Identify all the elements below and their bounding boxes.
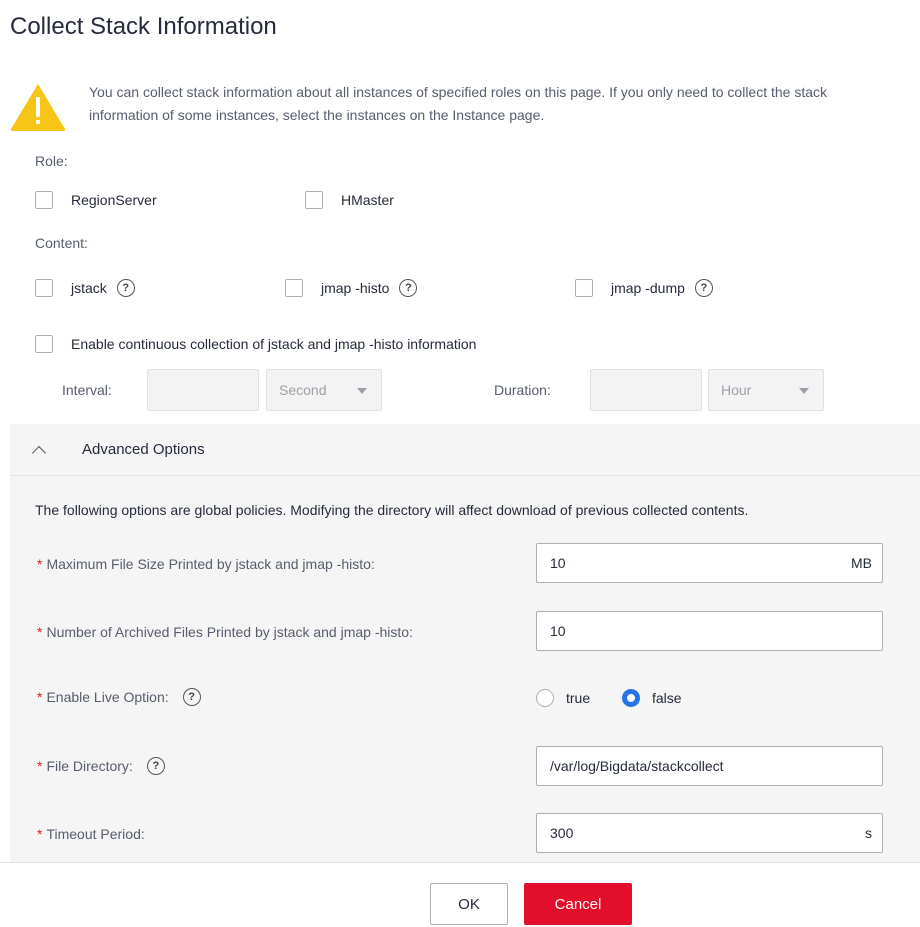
checkbox-label: HMaster [341,192,394,208]
role-label: Role: [35,153,68,169]
help-icon[interactable]: ? [694,279,713,297]
interval-label: Interval: [62,382,112,398]
global-policy-note: The following options are global policie… [35,502,749,518]
select-value: Second [279,382,327,398]
radio-circle-selected[interactable] [622,689,640,707]
interval-unit-select[interactable]: Second [266,369,382,411]
checkbox-label: jmap -histo [321,280,390,296]
checkbox-jstack[interactable]: jstack ? [35,279,135,297]
field-label: Timeout Period: [46,826,145,842]
input-value: 10 [550,623,566,639]
timeout-period-input[interactable]: 300 s [536,813,883,853]
checkbox-box[interactable] [35,335,53,353]
warning-icon [10,84,66,131]
required-mark: * [37,556,43,572]
checkbox-hmaster[interactable]: HMaster [305,191,394,209]
radio-label: false [652,690,682,706]
caret-down-icon [357,388,367,394]
field-label: Enable Live Option: [46,689,169,705]
duration-input[interactable] [590,369,702,411]
timeout-period-label: * Timeout Period: [37,826,145,842]
chevron-up-icon [31,445,47,460]
checkbox-jmap-histo[interactable]: jmap -histo ? [285,279,418,297]
required-mark: * [37,624,43,640]
checkbox-box[interactable] [305,191,323,209]
ok-button[interactable]: OK [430,883,508,925]
checkbox-jmap-dump[interactable]: jmap -dump ? [575,279,713,297]
select-value: Hour [721,382,752,398]
input-unit: MB [851,555,872,571]
archived-files-label: * Number of Archived Files Printed by js… [37,624,413,640]
checkbox-label: jstack [71,280,107,296]
duration-label: Duration: [494,382,551,398]
checkbox-label: Enable continuous collection of jstack a… [71,336,477,352]
cancel-button[interactable]: Cancel [524,883,632,925]
advanced-options-title: Advanced Options [82,441,205,458]
dialog-footer: OK Cancel [0,862,920,927]
file-directory-input[interactable]: /var/log/Bigdata/stackcollect [536,746,883,786]
field-label: File Directory: [46,758,133,774]
checkbox-box[interactable] [575,279,593,297]
required-mark: * [37,826,43,842]
help-icon[interactable]: ? [146,757,165,775]
input-value: /var/log/Bigdata/stackcollect [550,758,724,774]
radio-false[interactable]: false [622,689,682,707]
help-icon[interactable]: ? [182,688,201,706]
required-mark: * [37,758,43,774]
advanced-options-panel: Advanced Options The following options a… [10,424,920,862]
interval-input[interactable] [147,369,259,411]
dialog-title: Collect Stack Information [10,13,277,40]
field-label: Number of Archived Files Printed by jsta… [46,624,413,640]
radio-label: true [566,690,591,706]
checkbox-box[interactable] [285,279,303,297]
archived-files-input[interactable]: 10 [536,611,883,651]
required-mark: * [37,689,43,705]
content-label: Content: [35,235,88,251]
file-directory-label: * File Directory: ? [37,757,165,775]
field-label: Maximum File Size Printed by jstack and … [46,556,375,572]
max-file-size-input[interactable]: 10 MB [536,543,883,583]
input-value: 10 [550,555,566,571]
help-icon[interactable]: ? [116,279,135,297]
checkbox-label: RegionServer [71,192,157,208]
checkbox-continuous-collection[interactable]: Enable continuous collection of jstack a… [35,335,476,353]
max-file-size-label: * Maximum File Size Printed by jstack an… [37,556,375,572]
checkbox-box[interactable] [35,191,53,209]
radio-circle[interactable] [536,689,554,707]
duration-unit-select[interactable]: Hour [708,369,824,411]
notice-text: You can collect stack information about … [89,84,828,123]
checkbox-box[interactable] [35,279,53,297]
caret-down-icon [799,388,809,394]
live-option-label: * Enable Live Option: ? [37,688,201,706]
checkbox-label: jmap -dump [611,280,685,296]
radio-true[interactable]: true [536,689,590,707]
advanced-options-toggle[interactable]: Advanced Options [10,424,920,476]
help-icon[interactable]: ? [399,279,418,297]
input-value: 300 [550,825,574,841]
checkbox-regionserver[interactable]: RegionServer [35,191,157,209]
input-unit: s [865,825,872,841]
